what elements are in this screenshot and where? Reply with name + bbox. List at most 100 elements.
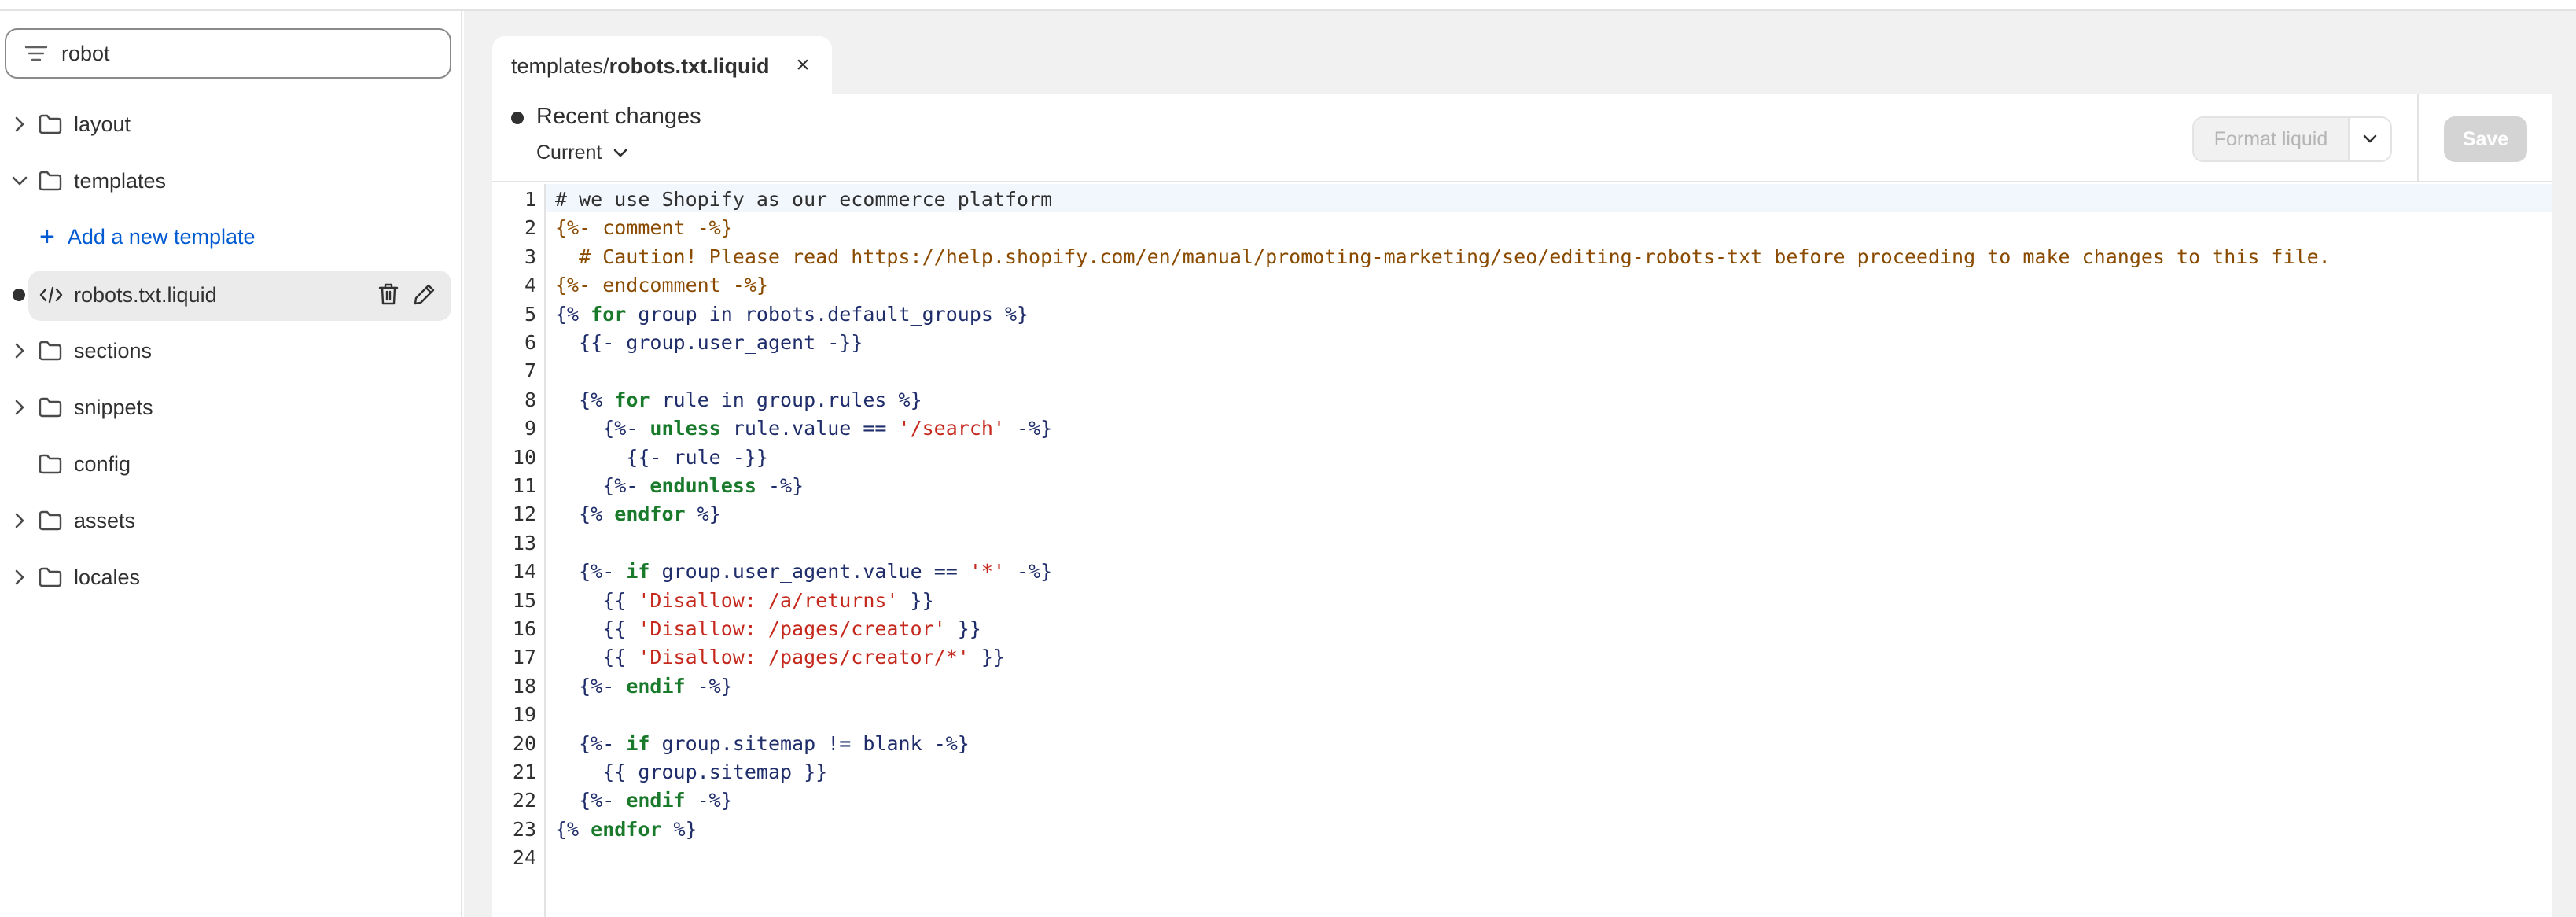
code-line: {%- if group.sitemap != blank -%}: [555, 730, 970, 758]
version-select[interactable]: Current: [536, 142, 628, 164]
code-token: endunless: [650, 474, 756, 497]
code-token: .: [720, 560, 733, 584]
version-select-value: Current: [536, 142, 602, 164]
format-liquid-button[interactable]: Format liquid: [2194, 118, 2348, 160]
code-token: # Caution! Please read https://help.shop…: [555, 245, 2331, 268]
tree-folder-layout[interactable]: layout: [0, 99, 462, 149]
code-token: '/search': [898, 417, 1005, 440]
code-token: 'Disallow: /pages/creator': [638, 617, 946, 640]
delete-file-icon[interactable]: [374, 280, 403, 308]
chevron-right-icon: [11, 116, 28, 133]
code-token: # we use Shopify as our ecommerce platfo…: [555, 188, 1053, 211]
tree-folder-templates[interactable]: templates: [0, 156, 462, 206]
folder-icon: [38, 508, 63, 533]
format-options-button[interactable]: [2348, 118, 2390, 160]
code-token: {%-: [555, 474, 650, 497]
code-token: ==: [933, 560, 970, 584]
code-token: {%-: [555, 674, 627, 698]
code-line: {% for group in robots.default_groups %}: [555, 300, 1029, 329]
add-template-label: Add a new template: [67, 224, 256, 249]
chevron-right-icon: [11, 399, 28, 416]
line-number: 13: [512, 531, 536, 554]
code-token: {%-: [555, 417, 650, 440]
line-number: 11: [512, 474, 536, 497]
line-number: 3: [524, 245, 536, 268]
format-button-group: Format liquid: [2192, 116, 2392, 162]
line-number: 14: [512, 560, 536, 584]
add-template-link[interactable]: + Add a new template: [39, 217, 256, 256]
folder-icon: [38, 565, 63, 590]
code-token: if: [626, 560, 650, 584]
code-token: }}: [969, 646, 1005, 669]
code-token: rule: [650, 388, 721, 411]
code-line: {%- if group.user_agent.value == '*' -%}: [555, 558, 1052, 586]
save-button[interactable]: Save: [2444, 116, 2527, 162]
code-token: group: [744, 388, 816, 411]
line-number: 23: [512, 817, 536, 841]
code-line: {{ 'Disallow: /pages/creator/*' }}: [555, 643, 1005, 672]
code-token: .: [815, 388, 828, 411]
tree-folder-assets[interactable]: assets: [0, 495, 462, 546]
code-line: # we use Shopify as our ecommerce platfo…: [555, 186, 1052, 214]
code-token: {{: [555, 646, 638, 669]
code-token: {%-: [555, 560, 627, 584]
code-line: {{ 'Disallow: /pages/creator' }}: [555, 615, 981, 643]
code-token: {{- group: [555, 331, 686, 354]
code-token: %}: [661, 817, 697, 841]
tree-folder-label: sections: [74, 338, 153, 363]
code-token: sitemap: [732, 731, 828, 755]
tree-folder-locales[interactable]: locales: [0, 552, 462, 602]
code-line: # Caution! Please read https://help.shop…: [555, 243, 2331, 271]
code-editor[interactable]: # we use Shopify as our ecommerce platfo…: [546, 184, 2552, 917]
tree-folder-label: assets: [74, 508, 136, 532]
chevron-right-icon: [11, 569, 28, 586]
close-tab-icon[interactable]: ×: [791, 52, 815, 78]
code-line: {%- endunless -%}: [555, 472, 804, 500]
top-bar: [0, 0, 2576, 11]
tree-folder-label: layout: [74, 112, 131, 136]
code-line: {% endfor %}: [555, 816, 697, 844]
file-search-input[interactable]: robot: [5, 28, 451, 79]
code-token: default_groups: [827, 302, 993, 326]
code-token: {%-: [555, 789, 627, 812]
code-token: .: [851, 560, 863, 584]
code-token: rule: [720, 417, 780, 440]
line-number: 4: [524, 274, 536, 297]
line-number: 21: [512, 760, 536, 783]
line-number: 1: [524, 188, 536, 211]
tree-folder-sections[interactable]: sections: [0, 326, 462, 376]
toolbar-divider: [2417, 94, 2419, 182]
code-token: group: [650, 731, 721, 755]
line-number: 22: [512, 789, 536, 812]
code-token: group: [626, 302, 709, 326]
code-token: }}: [898, 588, 934, 612]
code-token: user_agent -}}: [697, 331, 863, 354]
unsaved-changes-dot: [13, 289, 25, 301]
tree-folder-snippets[interactable]: snippets: [0, 382, 462, 433]
rename-file-icon[interactable]: [410, 280, 439, 308]
code-token: in: [720, 388, 745, 411]
code-line: {% for rule in group.rules %}: [555, 386, 922, 414]
chevron-down-icon: [2363, 134, 2377, 143]
code-line: {% endfor %}: [555, 500, 721, 528]
line-number: 24: [512, 846, 536, 870]
chevron-right-icon: [11, 342, 28, 359]
code-token: if: [626, 731, 650, 755]
code-token: .: [720, 731, 733, 755]
code-line: {%- comment -%}: [555, 214, 733, 242]
code-token: -%}: [1005, 417, 1053, 440]
tab-robots-txt-liquid[interactable]: templates/robots.txt.liquid ×: [492, 36, 832, 96]
code-token: .: [815, 302, 828, 326]
line-number: 9: [524, 417, 536, 440]
line-number: 8: [524, 388, 536, 411]
code-token: group: [650, 560, 721, 584]
tree-folder-config[interactable]: config: [0, 439, 462, 489]
code-token: 'Disallow: /a/returns': [638, 588, 899, 612]
code-token: ==: [863, 417, 899, 440]
code-token: %}: [685, 503, 721, 526]
code-token: %}: [886, 388, 922, 411]
plus-icon: +: [39, 222, 55, 252]
tab-filename: robots.txt.liquid: [609, 53, 770, 78]
code-token: value: [792, 417, 863, 440]
line-number: 19: [512, 703, 536, 727]
